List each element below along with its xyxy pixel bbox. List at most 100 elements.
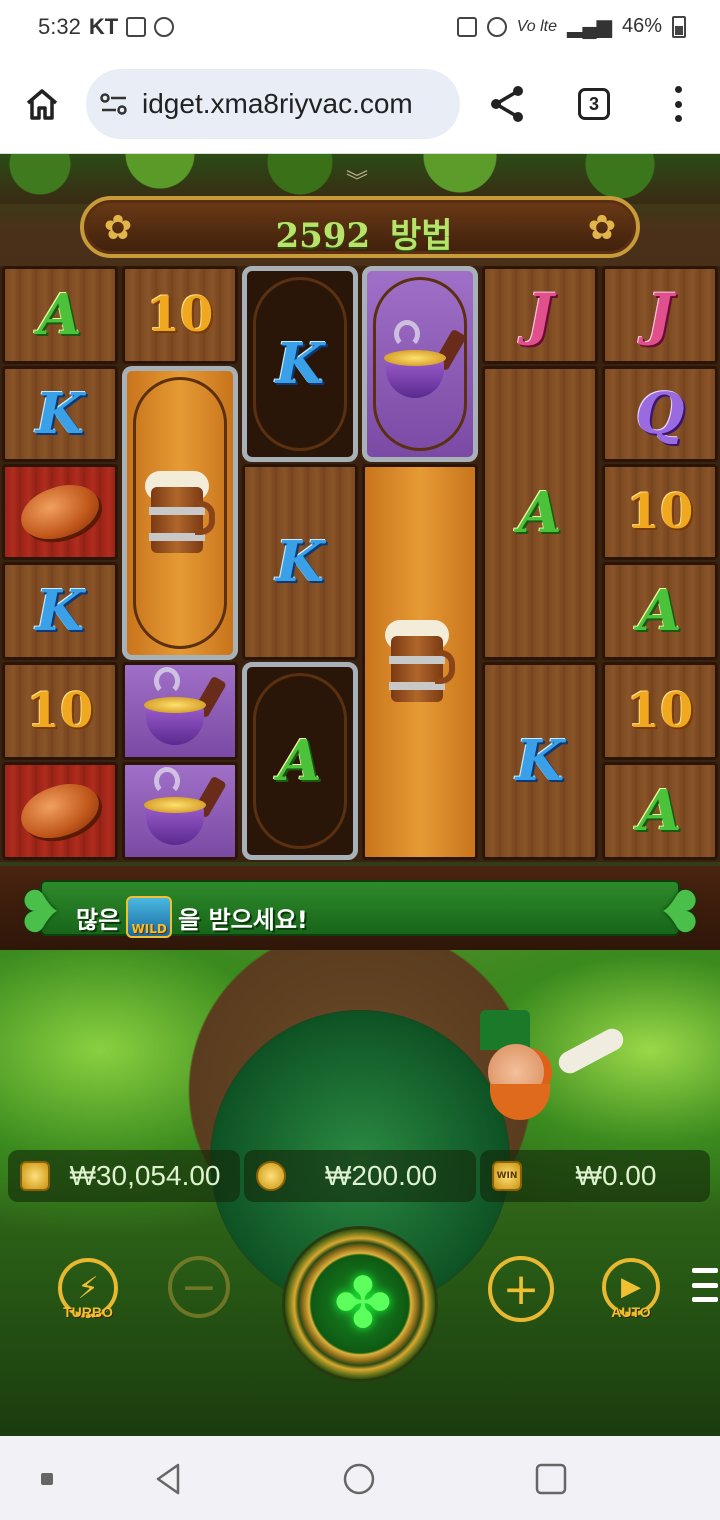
beer-mug-icon xyxy=(385,620,455,704)
reel-5: J A K xyxy=(480,266,600,862)
ways-count: 2592 xyxy=(275,216,371,256)
symbol-10: 10 xyxy=(626,484,694,540)
symbol-a: A xyxy=(518,480,562,546)
home-circle-icon[interactable] xyxy=(342,1462,376,1496)
symbol-10: 10 xyxy=(146,287,214,343)
slot-game[interactable]: ︾ ✿ 2592 방법 ✿ A K K 10 10 K K A J A K J … xyxy=(0,154,720,1436)
share-icon[interactable] xyxy=(488,84,526,124)
gallery-icon xyxy=(126,17,147,37)
home-icon[interactable] xyxy=(24,86,60,122)
symbol-cell: K xyxy=(2,366,118,462)
symbol-k: K xyxy=(35,578,85,644)
volte-icon: Vo lte xyxy=(516,17,558,35)
symbol-k: K xyxy=(275,529,325,595)
wallet-icon xyxy=(20,1161,50,1191)
symbol-cell-tall: K xyxy=(242,266,358,462)
symbol-cell xyxy=(122,662,238,760)
symbol-10: 10 xyxy=(626,683,694,739)
symbol-cell: A xyxy=(602,762,718,860)
symbol-k: K xyxy=(35,381,85,447)
symbol-cell: 10 xyxy=(602,662,718,760)
banner-suffix: 을 받으세요! xyxy=(178,905,308,934)
ways-label: 방법 xyxy=(389,216,453,256)
battery-percent: 46% xyxy=(621,15,662,37)
symbol-cell: Q xyxy=(602,366,718,462)
recents-icon[interactable] xyxy=(534,1462,568,1496)
carrier-text: KT xyxy=(88,14,119,39)
heart-icon: ❥ xyxy=(656,878,706,946)
bet-value: ₩200.00 xyxy=(324,1160,438,1191)
browser-toolbar: idget.xma8riyvac.com 3 xyxy=(0,56,720,154)
pipe-icon xyxy=(140,767,227,849)
symbol-q: Q xyxy=(635,381,685,447)
symbol-cell-tall: A xyxy=(482,366,598,660)
balance-bar: ₩30,054.00 ₩200.00 WIN ₩0.00 xyxy=(0,1146,720,1204)
symbol-j: J xyxy=(646,282,674,348)
clover-icon: ✿ xyxy=(587,208,617,248)
symbol-cell: 10 xyxy=(2,662,118,760)
tab-switcher-button[interactable]: 3 xyxy=(578,88,610,120)
turbo-label: TURBO xyxy=(63,1304,113,1320)
bet-panel[interactable]: ₩200.00 xyxy=(244,1150,476,1202)
symbol-cell-tall: A xyxy=(242,662,358,860)
alarm-status-icon xyxy=(486,16,507,37)
symbol-cell: A xyxy=(2,266,118,364)
increase-bet-button[interactable]: + xyxy=(488,1256,554,1322)
win-value: ₩0.00 xyxy=(575,1160,657,1191)
heart-icon: ❥ xyxy=(14,878,64,946)
reel-6: J Q 10 A 10 A xyxy=(600,266,720,862)
coins-icon xyxy=(256,1161,286,1191)
balance-panel[interactable]: ₩30,054.00 xyxy=(8,1150,240,1202)
symbol-k: K xyxy=(515,728,565,794)
symbol-cell: A xyxy=(602,562,718,660)
decrease-bet-button[interactable]: − xyxy=(168,1256,230,1318)
symbol-a: A xyxy=(38,282,82,348)
site-settings-icon[interactable] xyxy=(100,92,128,116)
win-panel: WIN ₩0.00 xyxy=(480,1150,710,1202)
symbol-cell xyxy=(122,762,238,860)
four-leaf-clover-icon: ✤ xyxy=(333,1262,393,1344)
status-bar: 5:32 KT Vo lte ▂▄▆ 46% xyxy=(0,0,720,56)
more-options-icon[interactable] xyxy=(666,86,690,122)
system-nav-bar xyxy=(0,1436,720,1520)
reel-4 xyxy=(360,266,480,862)
symbol-cell: K xyxy=(2,562,118,660)
symbol-cell-tall xyxy=(362,266,478,462)
reel-1: A K K 10 xyxy=(0,266,120,862)
symbol-j: J xyxy=(526,282,554,348)
symbol-cell: 10 xyxy=(122,266,238,364)
ways-plaque: ✿ 2592 방법 ✿ xyxy=(80,196,640,258)
symbol-cell: 10 xyxy=(602,464,718,560)
back-icon[interactable] xyxy=(152,1462,186,1496)
battery-icon xyxy=(672,15,686,38)
beer-mug-icon xyxy=(145,471,215,555)
pipe-icon xyxy=(380,320,467,402)
symbol-cell-tall: K xyxy=(482,662,598,860)
symbol-k: K xyxy=(275,331,325,397)
lightning-icon: ⚡ xyxy=(77,1270,99,1306)
keyboard-dot-icon[interactable] xyxy=(30,1462,64,1496)
clock-text: 5:32 xyxy=(38,14,81,39)
leprechaun-character xyxy=(470,1010,630,1160)
hamburger-menu-icon[interactable] xyxy=(692,1268,718,1302)
alarm-icon xyxy=(154,17,175,37)
balance-value: ₩30,054.00 xyxy=(69,1160,221,1191)
bread-icon xyxy=(14,475,106,549)
auto-label: AUTO xyxy=(611,1304,651,1320)
symbol-a: A xyxy=(638,778,682,844)
symbol-cell-tall: K xyxy=(242,464,358,660)
wild-symbol-icon: WILD xyxy=(126,896,173,938)
pipe-icon xyxy=(140,667,227,749)
spin-button[interactable]: ✤ xyxy=(282,1226,438,1382)
reel-3: K K A xyxy=(240,266,360,862)
chevron-down-icon[interactable]: ︾ xyxy=(346,164,368,196)
reel-2: 10 xyxy=(120,266,240,862)
symbol-cell-tall xyxy=(122,366,238,660)
address-bar[interactable]: idget.xma8riyvac.com xyxy=(86,69,460,139)
plus-icon: + xyxy=(502,1263,540,1315)
symbol-cell: J xyxy=(602,266,718,364)
url-text[interactable]: idget.xma8riyvac.com xyxy=(142,88,452,120)
symbol-cell xyxy=(2,464,118,560)
minus-icon: − xyxy=(180,1261,218,1313)
symbol-a: A xyxy=(638,578,682,644)
